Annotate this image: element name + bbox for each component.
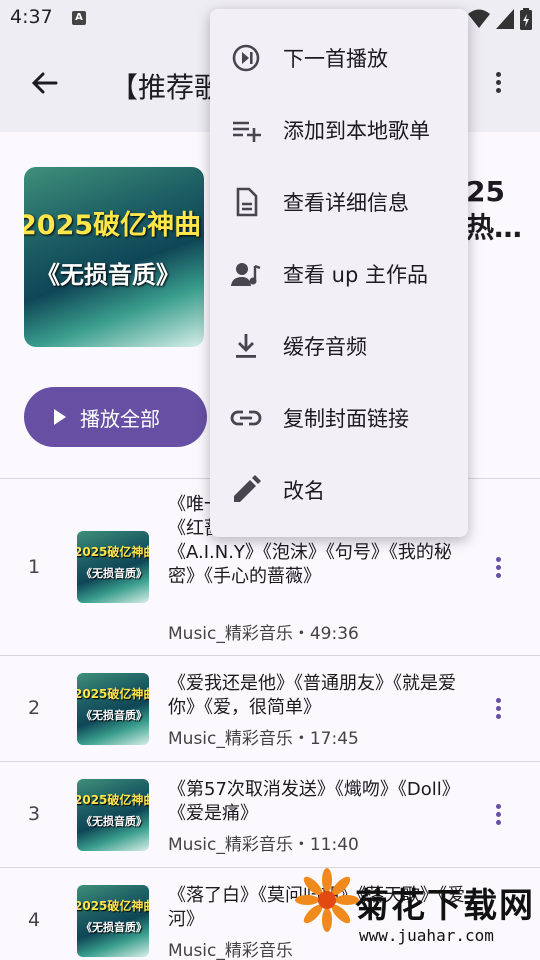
song-cover-line1: 2025破亿神曲 bbox=[77, 687, 149, 701]
song-more-button[interactable] bbox=[492, 557, 504, 579]
more-options-button[interactable] bbox=[486, 68, 510, 100]
accessibility-icon: A bbox=[72, 11, 86, 25]
song-index: 3 bbox=[28, 803, 41, 825]
song-index: 1 bbox=[28, 556, 41, 578]
play-next-icon bbox=[232, 44, 260, 72]
song-row[interactable]: 2 2025破亿神曲 《无损音质》 《爱我还是他》《普通朋友》《就是爱你》《爱，… bbox=[0, 656, 540, 762]
signal-icon bbox=[496, 9, 514, 29]
edit-icon bbox=[234, 475, 261, 502]
watermark-name: 菊花下载网 bbox=[355, 886, 535, 926]
cover-text-line2: 《无损音质》 bbox=[36, 261, 180, 289]
document-icon bbox=[236, 187, 258, 217]
song-title: 《爱我还是他》《普通朋友》《就是爱你》《爱，很简单》 bbox=[168, 673, 456, 718]
song-subtitle: Music_精彩音乐・11:40 bbox=[168, 835, 359, 855]
link-icon bbox=[230, 410, 262, 426]
watermark-url: www.juahar.com bbox=[359, 926, 494, 945]
playlist-title-peek: 25 热… bbox=[466, 174, 536, 246]
menu-item-details[interactable]: 查看详细信息 bbox=[210, 166, 468, 238]
menu-item-add-to-playlist[interactable]: 添加到本地歌单 bbox=[210, 94, 468, 166]
song-cover-line2: 《无损音质》 bbox=[81, 921, 147, 934]
song-subtitle: Music_精彩音乐 bbox=[168, 941, 293, 960]
play-all-button[interactable]: 播放全部 bbox=[24, 387, 207, 447]
song-cover-line1: 2025破亿神曲 bbox=[77, 899, 149, 913]
song-cover: 2025破亿神曲 《无损音质》 bbox=[77, 779, 149, 851]
status-icons bbox=[468, 8, 532, 30]
menu-item-label: 复制封面链接 bbox=[283, 407, 409, 431]
cover-text-line1: 2025破亿神曲 bbox=[24, 210, 202, 241]
song-cover-line2: 《无损音质》 bbox=[81, 709, 147, 722]
context-menu: 下一首播放 添加到本地歌单 查看详细信息 查看 up 主作品 缓存音频 复制封面… bbox=[210, 9, 468, 537]
playlist-title-line1: 25 bbox=[466, 175, 505, 208]
page-title: 【推荐歌 bbox=[110, 71, 223, 104]
battery-icon bbox=[520, 8, 532, 30]
flower-logo-icon bbox=[295, 868, 359, 932]
menu-item-label: 查看 up 主作品 bbox=[283, 263, 428, 287]
menu-item-copy-cover-link[interactable]: 复制封面链接 bbox=[210, 382, 468, 454]
artist-icon bbox=[231, 263, 261, 286]
status-time: 4:37 bbox=[10, 6, 53, 28]
song-index: 4 bbox=[28, 909, 41, 931]
song-index: 2 bbox=[28, 697, 41, 719]
menu-item-cache-audio[interactable]: 缓存音频 bbox=[210, 310, 468, 382]
menu-item-rename[interactable]: 改名 bbox=[210, 454, 468, 526]
song-cover-line1: 2025破亿神曲 bbox=[77, 545, 149, 559]
song-row[interactable]: 3 2025破亿神曲 《无损音质》 《第57次取消发送》《熾吻》《Doll》《爱… bbox=[0, 762, 540, 868]
song-cover: 2025破亿神曲 《无损音质》 bbox=[77, 885, 149, 957]
menu-item-up-works[interactable]: 查看 up 主作品 bbox=[210, 238, 468, 310]
song-more-button[interactable] bbox=[492, 804, 504, 826]
song-cover-line1: 2025破亿神曲 bbox=[77, 793, 149, 807]
play-all-label: 播放全部 bbox=[80, 406, 160, 431]
song-subtitle: Music_精彩音乐・49:36 bbox=[168, 624, 359, 644]
menu-item-label: 改名 bbox=[283, 479, 325, 503]
song-cover-line2: 《无损音质》 bbox=[81, 815, 147, 828]
menu-item-label: 下一首播放 bbox=[283, 47, 388, 71]
back-arrow-icon[interactable] bbox=[26, 66, 62, 102]
song-title: 《第57次取消发送》《熾吻》《Doll》《爱是痛》 bbox=[168, 779, 460, 824]
song-cover-line2: 《无损音质》 bbox=[81, 567, 147, 580]
song-subtitle: Music_精彩音乐・17:45 bbox=[168, 729, 359, 749]
menu-item-label: 查看详细信息 bbox=[283, 191, 409, 215]
watermark: 菊花下载网 www.juahar.com bbox=[295, 868, 540, 960]
wifi-icon bbox=[468, 9, 490, 28]
download-icon bbox=[236, 334, 256, 358]
song-more-button[interactable] bbox=[492, 698, 504, 720]
play-icon bbox=[54, 409, 66, 425]
playlist-cover: 2025破亿神曲 《无损音质》 bbox=[24, 167, 204, 347]
menu-item-play-next[interactable]: 下一首播放 bbox=[210, 22, 468, 94]
song-cover: 2025破亿神曲 《无损音质》 bbox=[77, 531, 149, 603]
playlist-title-line2: 热… bbox=[466, 211, 523, 244]
menu-item-label: 添加到本地歌单 bbox=[283, 119, 430, 143]
playlist-add-icon bbox=[233, 121, 261, 142]
song-cover: 2025破亿神曲 《无损音质》 bbox=[77, 673, 149, 745]
menu-item-label: 缓存音频 bbox=[283, 335, 367, 359]
